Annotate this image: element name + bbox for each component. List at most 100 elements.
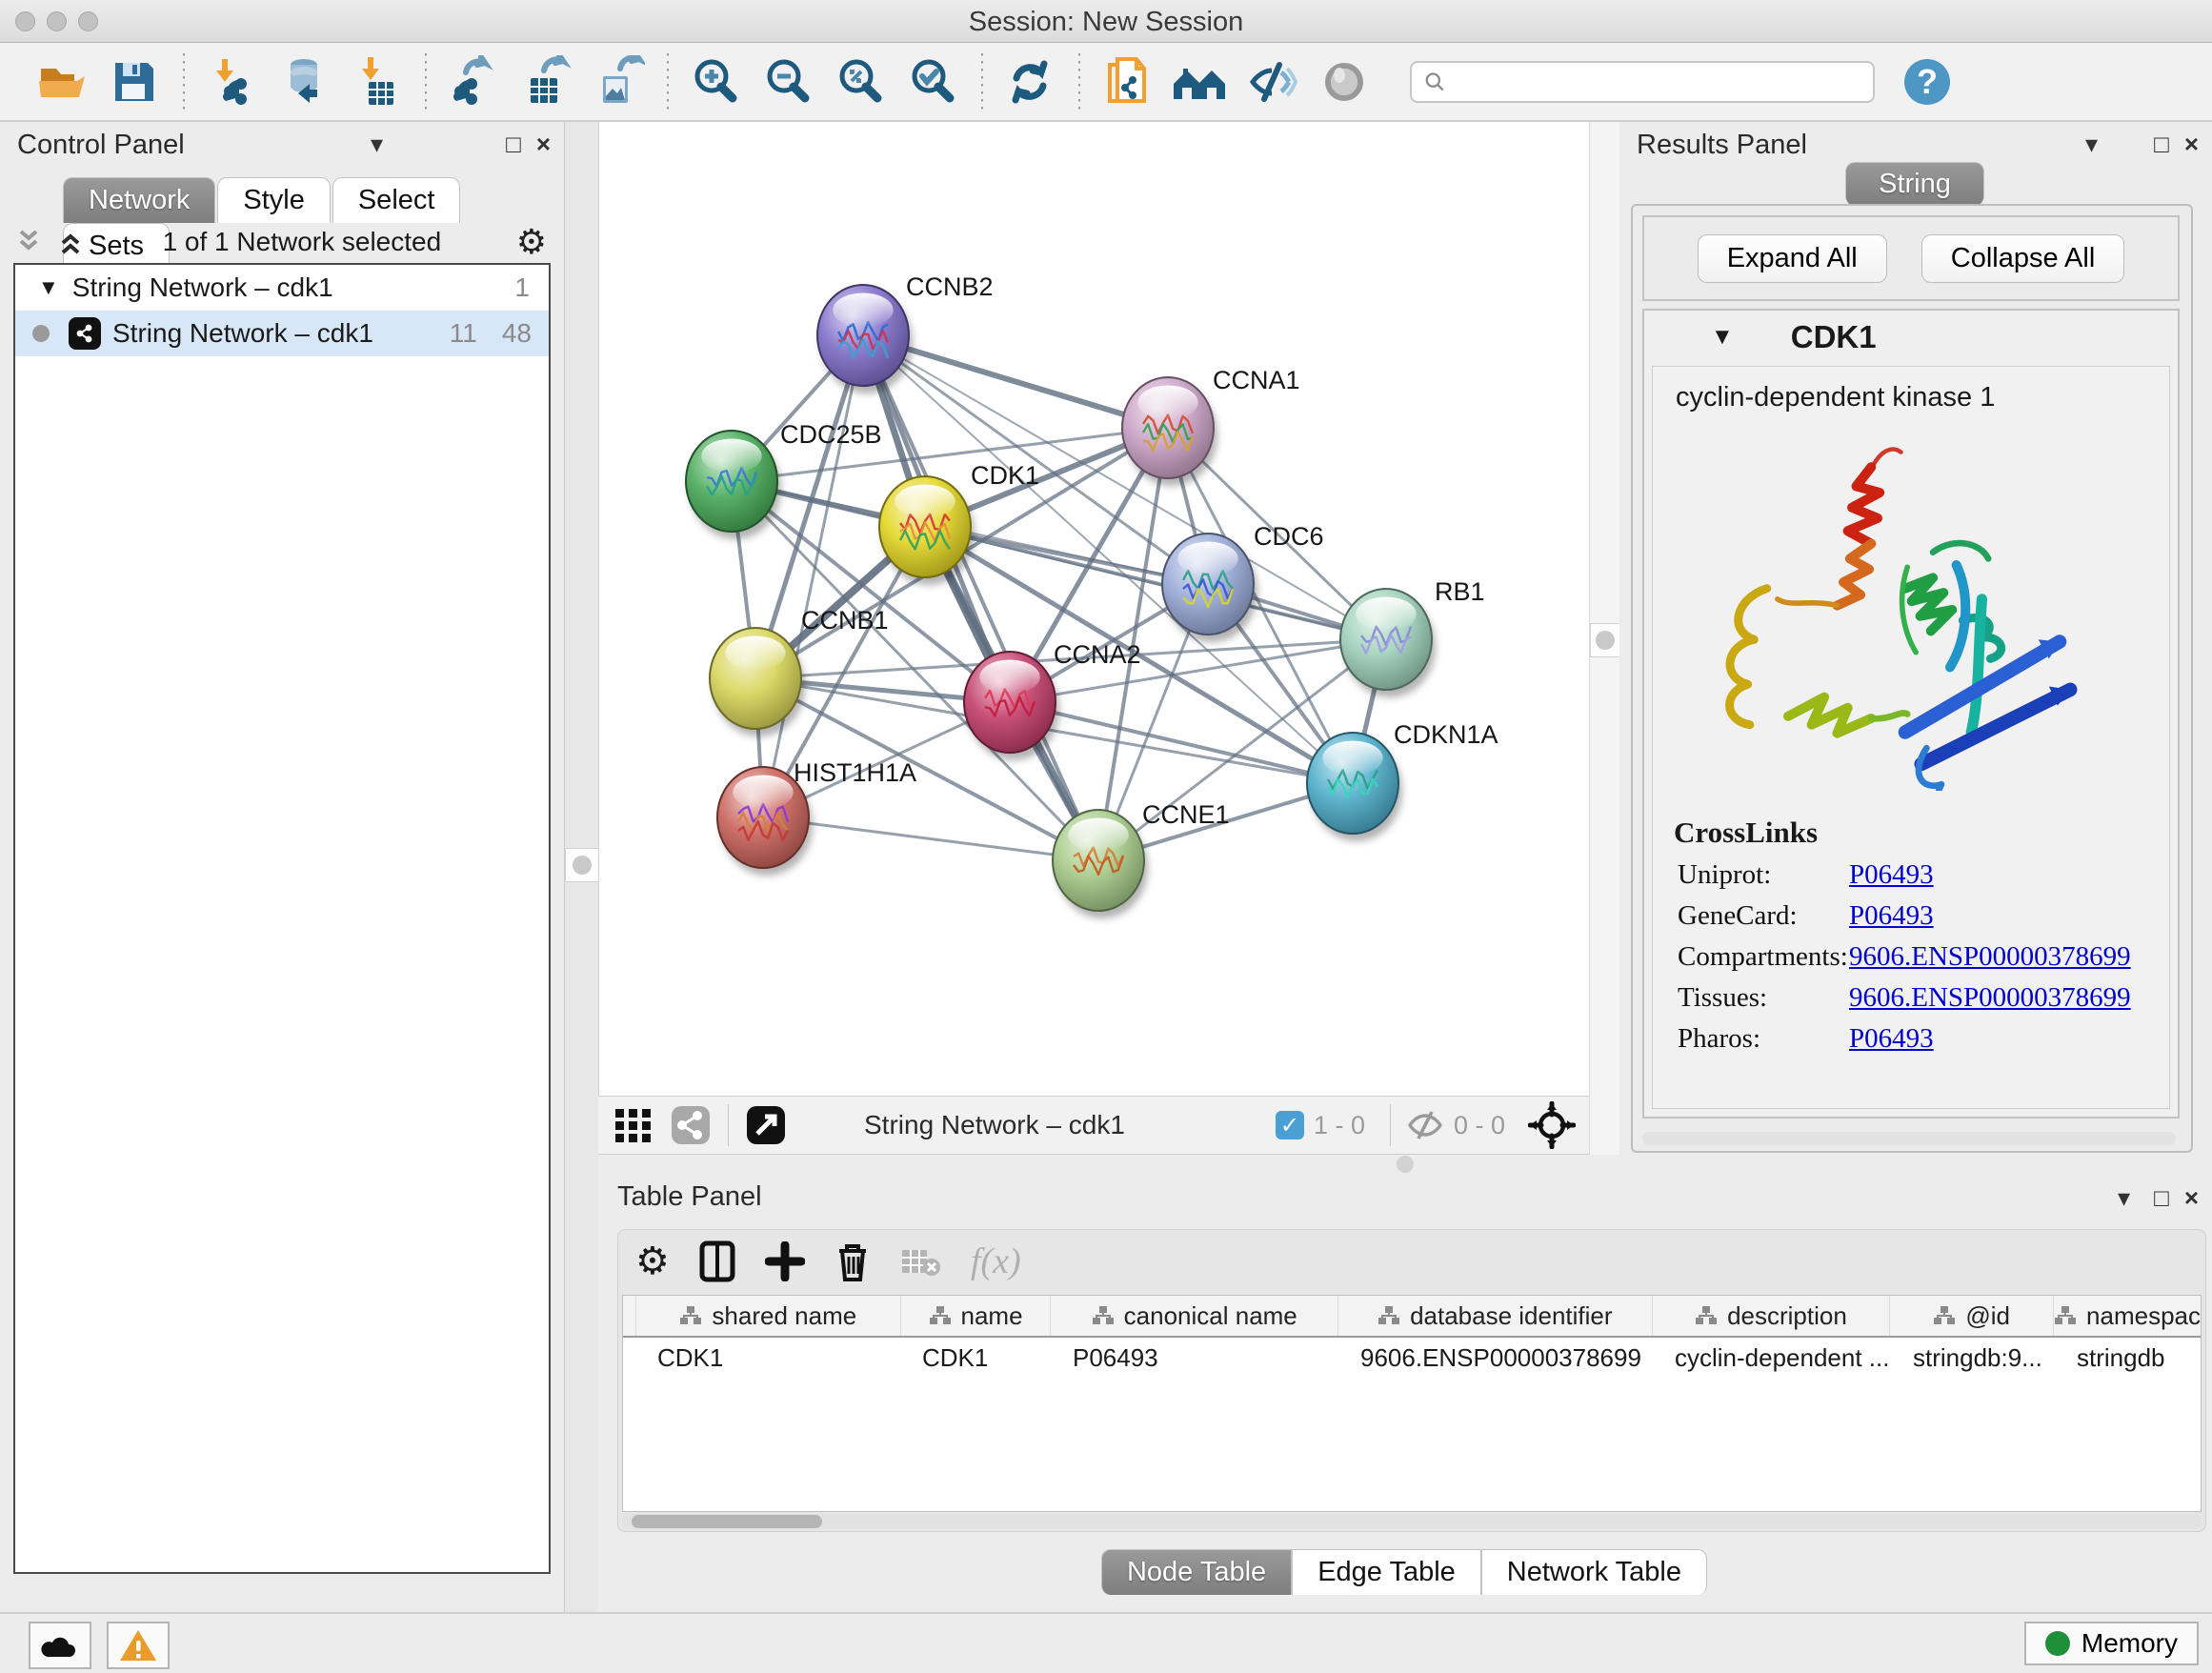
zoom-out-button[interactable] [758, 52, 817, 111]
column-header[interactable]: shared name [636, 1296, 901, 1336]
tab-edge-table[interactable]: Edge Table [1292, 1549, 1481, 1595]
control-panel-close-icon[interactable]: × [536, 130, 551, 159]
table-hscrollbar[interactable] [622, 1514, 2202, 1529]
left-splitter-handle[interactable] [565, 848, 599, 882]
add-column-icon[interactable] [765, 1241, 805, 1281]
network-collection-row[interactable]: ▼ String Network – cdk1 1 [15, 265, 549, 311]
clear-table-icon[interactable] [900, 1244, 942, 1279]
column-header[interactable]: @id [1890, 1296, 2054, 1336]
network-edge[interactable] [763, 817, 1098, 860]
search-icon [1423, 70, 1446, 94]
memory-button[interactable]: Memory [2024, 1622, 2199, 1665]
open-session-button[interactable] [32, 52, 91, 111]
export-image-button[interactable] [589, 52, 648, 111]
table-panel-close-icon[interactable]: × [2184, 1183, 2199, 1213]
tab-string[interactable]: String [1845, 162, 1984, 206]
pharos-link[interactable]: P06493 [1849, 1023, 1934, 1055]
compartments-link[interactable]: 9606.ENSP00000378699 [1849, 941, 2131, 973]
save-session-button[interactable] [105, 52, 164, 111]
birdseye-view-icon[interactable] [744, 1103, 788, 1147]
export-table-button[interactable] [516, 52, 575, 111]
import-database-button[interactable] [274, 52, 333, 111]
column-header[interactable]: description [1653, 1296, 1891, 1336]
uniprot-link[interactable]: P06493 [1849, 859, 1934, 891]
import-network-button[interactable] [202, 52, 261, 111]
left-splitter[interactable] [564, 122, 600, 1612]
zoom-fit-icon [834, 55, 887, 109]
zoom-fit-button[interactable] [831, 52, 890, 111]
table-row[interactable]: CDK1 CDK1 P06493 9606.ENSP00000378699 cy… [623, 1338, 2201, 1378]
zoom-selected-button[interactable] [903, 52, 962, 111]
hide-glass-button[interactable] [1242, 52, 1301, 111]
table-panel-float-icon[interactable]: □ [2154, 1183, 2169, 1213]
export-image-icon [592, 55, 645, 109]
tab-network[interactable]: Network [63, 177, 215, 223]
tab-style[interactable]: Style [217, 177, 330, 223]
table-hscrollbar-thumb[interactable] [632, 1515, 822, 1528]
network-edge[interactable] [763, 335, 863, 817]
expand-all-button[interactable]: Expand All [1698, 234, 1887, 283]
crosslink-label: Uniprot: [1678, 859, 1849, 891]
share-document-button[interactable] [1097, 52, 1156, 111]
control-panel-title: Control Panel [17, 130, 185, 160]
results-panel-float-icon[interactable]: □ [2154, 130, 2169, 159]
table-settings-gear-icon[interactable]: ⚙ [635, 1240, 670, 1283]
section-collapse-icon[interactable]: ▼ [1711, 324, 1734, 351]
crosshair-icon[interactable] [1528, 1101, 1576, 1149]
tab-network-table[interactable]: Network Table [1481, 1549, 1707, 1595]
column-header[interactable]: name [901, 1296, 1052, 1336]
tab-node-table[interactable]: Node Table [1101, 1549, 1292, 1595]
results-scrollbar[interactable] [1642, 1132, 2176, 1145]
hidden-eye-slash-icon[interactable] [1406, 1109, 1444, 1141]
table-panel-menu-icon[interactable]: ▾ [2118, 1183, 2130, 1213]
table-box: ⚙ f(x) shared name name canonical name d… [617, 1229, 2206, 1532]
collapse-all-icon[interactable] [13, 228, 46, 256]
help-button[interactable]: ? [1898, 52, 1957, 111]
selected-checkbox-icon[interactable]: ✓ [1276, 1111, 1304, 1139]
table-panel-divider[interactable] [598, 1155, 2212, 1174]
help-icon: ? [1900, 55, 1954, 109]
table-panel-title: Table Panel [617, 1181, 762, 1212]
function-builder-icon[interactable]: f(x) [971, 1240, 1021, 1282]
grid-mode-icon[interactable] [612, 1103, 655, 1147]
control-panel-float-icon[interactable]: □ [506, 130, 521, 159]
right-splitter-handle[interactable] [1590, 623, 1620, 657]
expand-all-icon[interactable] [55, 228, 88, 256]
tree-expand-icon[interactable]: ▼ [38, 275, 59, 300]
network-canvas[interactable]: CCNB2CCNA1CDC25BCDK1CDC6RB1CCNB1CCNA2CDK… [598, 122, 1590, 1096]
results-panel-menu-icon[interactable]: ▾ [2085, 130, 2098, 159]
network-share-mode-icon[interactable] [669, 1103, 713, 1147]
cloud-status-button[interactable] [29, 1622, 91, 1669]
column-header[interactable]: namespac [2054, 1296, 2201, 1336]
tissues-link[interactable]: 9606.ENSP00000378699 [1849, 982, 2131, 1014]
node-label-CDC25B: CDC25B [780, 420, 882, 449]
search-input[interactable] [1446, 66, 1861, 97]
string-home-button[interactable] [1170, 52, 1229, 111]
crosslinks-title: CrossLinks [1674, 816, 2169, 850]
warnings-button[interactable] [107, 1622, 170, 1669]
right-splitter[interactable] [1589, 122, 1620, 1155]
sphere-view-button[interactable] [1315, 52, 1374, 111]
genecard-link[interactable]: P06493 [1849, 900, 1934, 932]
zoom-in-button[interactable] [686, 52, 745, 111]
column-header[interactable]: canonical name [1051, 1296, 1338, 1336]
network-options-gear-icon[interactable]: ⚙ [516, 222, 547, 262]
import-table-button[interactable] [347, 52, 406, 111]
share-document-icon [1100, 55, 1154, 109]
crosslink-label: Tissues: [1678, 982, 1849, 1014]
show-columns-icon[interactable] [698, 1240, 736, 1283]
results-panel-close-icon[interactable]: × [2184, 130, 2199, 159]
network-row[interactable]: String Network – cdk1 11 48 [15, 311, 549, 356]
collapse-all-button[interactable]: Collapse All [1921, 234, 2125, 283]
open-folder-icon [35, 55, 89, 109]
column-header[interactable]: database identifier [1338, 1296, 1653, 1336]
table-panel: Table Panel ▾ □ × ⚙ f(x) shared name nam… [598, 1155, 2212, 1612]
delete-column-icon[interactable] [834, 1240, 872, 1283]
export-network-button[interactable] [444, 52, 503, 111]
cdk1-section-header[interactable]: ▼ CDK1 [1644, 311, 2178, 364]
refresh-button[interactable] [1000, 52, 1059, 111]
export-table-icon [519, 55, 573, 109]
tab-select[interactable]: Select [332, 177, 461, 223]
control-panel-menu-icon[interactable]: ▾ [371, 130, 383, 159]
import-database-icon [277, 55, 331, 109]
